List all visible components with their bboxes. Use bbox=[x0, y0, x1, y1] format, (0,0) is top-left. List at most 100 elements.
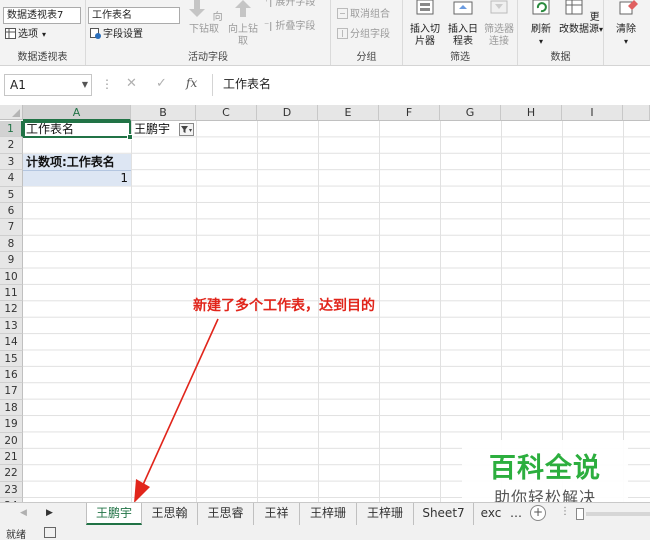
row-header[interactable]: 22 bbox=[0, 465, 23, 482]
change-source-button[interactable]: 更改数据源▾ bbox=[558, 0, 604, 36]
row-header[interactable]: 14 bbox=[0, 334, 23, 351]
status-text: 就绪 bbox=[6, 530, 26, 540]
options-icon bbox=[5, 28, 16, 39]
ribbon: 数据透视表7 选项 ▾ 数据透视表 工作表名 字段设置 向下钻取 向上钻取 ⁺ǀ … bbox=[0, 0, 650, 66]
row-header[interactable]: 8 bbox=[0, 235, 23, 253]
gridline bbox=[440, 121, 441, 503]
column-header-f[interactable]: F bbox=[379, 105, 440, 121]
row-header[interactable]: 1 bbox=[0, 121, 23, 138]
cancel-icon[interactable]: ✕ bbox=[126, 76, 137, 91]
filter-connections-button[interactable]: 筛选器连接 bbox=[481, 0, 517, 48]
row-header[interactable]: 13 bbox=[0, 317, 23, 335]
refresh-label: 刷新 bbox=[531, 24, 551, 35]
row-header[interactable]: 3 bbox=[0, 153, 23, 171]
chevron-down-icon: ▾ bbox=[623, 37, 628, 46]
formula-bar: A1 ▼ ⋮ ✕ ✓ fx 工作表名 bbox=[0, 72, 650, 98]
sheet-tab[interactable]: 王梓珊 bbox=[300, 503, 357, 525]
column-header-b[interactable]: B bbox=[131, 105, 196, 121]
group-group-label: 分组 bbox=[356, 52, 377, 63]
row-header[interactable]: 15 bbox=[0, 350, 23, 367]
formula-input[interactable]: 工作表名 bbox=[212, 74, 650, 96]
formula-bar-splitter[interactable]: ⋮ bbox=[101, 77, 113, 91]
sheet-tab[interactable]: 王祥 bbox=[254, 503, 300, 525]
chevron-down-icon: ▾ bbox=[42, 30, 47, 39]
column-header-e[interactable]: E bbox=[318, 105, 379, 121]
name-box-value: A1 bbox=[10, 78, 26, 92]
filter-dropdown-button[interactable] bbox=[179, 123, 194, 136]
column-header-d[interactable]: D bbox=[257, 105, 318, 121]
cell-a4[interactable]: 1 bbox=[23, 170, 131, 186]
expand-field-button[interactable]: ⁺ǀ 展开字段 bbox=[264, 0, 315, 10]
chevron-down-icon[interactable]: ▼ bbox=[82, 75, 88, 95]
worksheet-grid[interactable]: A B C D E F G H I 1 2 3 4 5 6 7 8 9 10 1… bbox=[0, 105, 650, 503]
macro-record-icon[interactable] bbox=[44, 527, 56, 538]
options-button[interactable]: 选项 ▾ bbox=[5, 28, 46, 42]
active-field-group: 工作表名 字段设置 向下钻取 向上钻取 ⁺ǀ 展开字段 ⁻ǀ 折叠字段 活动字段 bbox=[86, 0, 331, 65]
group-field-icon bbox=[337, 28, 348, 39]
row-header[interactable]: 17 bbox=[0, 383, 23, 400]
sheet-tab[interactable]: Sheet7 bbox=[414, 503, 474, 525]
ungroup-button[interactable]: 取消组合 bbox=[337, 8, 390, 22]
row-header[interactable]: 20 bbox=[0, 432, 23, 449]
row-header[interactable]: 19 bbox=[0, 416, 23, 433]
sheet-tab[interactable]: 王鹏宇 bbox=[86, 503, 142, 525]
sheet-tab[interactable]: 王梓珊 bbox=[357, 503, 414, 525]
row-header[interactable]: 12 bbox=[0, 301, 23, 318]
row-header[interactable]: 9 bbox=[0, 252, 23, 269]
row-header[interactable]: 11 bbox=[0, 285, 23, 302]
row-header[interactable]: 21 bbox=[0, 449, 23, 466]
refresh-button[interactable]: 刷新 ▾ bbox=[524, 0, 558, 48]
active-field-group-label: 活动字段 bbox=[188, 52, 228, 63]
row-header[interactable]: 16 bbox=[0, 367, 23, 384]
scrollbar-splitter[interactable]: ⋮ bbox=[560, 506, 570, 517]
cell-a3[interactable]: 计数项:工作表名 bbox=[23, 154, 131, 170]
insert-function-icon[interactable]: fx bbox=[186, 76, 197, 90]
column-header-i[interactable]: I bbox=[562, 105, 623, 121]
data-group: 刷新 ▾ 更改数据源▾ 数据 bbox=[518, 0, 604, 65]
filter-group-label: 筛选 bbox=[450, 52, 470, 63]
pivot-name-input[interactable]: 数据透视表7 bbox=[3, 7, 81, 24]
row-header[interactable]: 2 bbox=[0, 137, 23, 154]
row-header[interactable]: 7 bbox=[0, 219, 23, 236]
scrollbar-track[interactable] bbox=[586, 512, 650, 516]
drill-up-button[interactable]: 向上钻取 bbox=[226, 0, 260, 48]
tab-scroll-right-icon[interactable]: ▶ bbox=[46, 508, 53, 518]
drill-down-button[interactable]: 向下钻取 bbox=[182, 0, 226, 36]
horizontal-scrollbar[interactable]: ⋮ bbox=[560, 506, 650, 522]
group-field-button[interactable]: 分组字段 bbox=[337, 28, 390, 42]
clear-button[interactable]: 清除 ▾ bbox=[608, 0, 644, 48]
active-field-input[interactable]: 工作表名 bbox=[88, 7, 180, 24]
chevron-down-icon: ▾ bbox=[538, 37, 543, 46]
fill-handle[interactable] bbox=[127, 134, 133, 140]
tab-scroll-left-icon[interactable]: ◀ bbox=[20, 508, 27, 518]
column-header-h[interactable]: H bbox=[501, 105, 562, 121]
insert-slicer-label: 插入切片器 bbox=[410, 24, 440, 47]
insert-timeline-button[interactable]: 插入日程表 bbox=[445, 0, 481, 48]
enter-icon[interactable]: ✓ bbox=[156, 76, 167, 91]
column-header-j[interactable] bbox=[623, 105, 650, 121]
cell-b1[interactable]: 王鹏宇 bbox=[131, 121, 179, 137]
insert-slicer-button[interactable]: 插入切片器 bbox=[407, 0, 443, 48]
sheet-tab[interactable]: 王思翰 bbox=[142, 503, 198, 525]
more-tabs-button[interactable]: … bbox=[510, 506, 522, 520]
collapse-field-button[interactable]: ⁻ǀ 折叠字段 bbox=[264, 20, 315, 34]
row-header[interactable]: 10 bbox=[0, 268, 23, 285]
change-source-icon bbox=[565, 0, 583, 15]
column-header-c[interactable]: C bbox=[196, 105, 257, 121]
sheet-tab[interactable]: 王思睿 bbox=[198, 503, 254, 525]
column-header-g[interactable]: G bbox=[440, 105, 501, 121]
scroll-left-button[interactable] bbox=[576, 508, 584, 520]
row-header[interactable]: 23 bbox=[0, 481, 23, 499]
row-header[interactable]: 18 bbox=[0, 399, 23, 417]
row-header[interactable]: 4 bbox=[0, 170, 23, 187]
sheet-tab[interactable]: exc bbox=[474, 503, 508, 525]
row-header[interactable]: 6 bbox=[0, 203, 23, 220]
field-settings-button[interactable]: 字段设置 bbox=[90, 28, 143, 42]
name-box[interactable]: A1 ▼ bbox=[4, 74, 92, 96]
slicer-icon bbox=[416, 0, 434, 15]
column-header-a[interactable]: A bbox=[23, 105, 131, 121]
add-sheet-button[interactable]: + bbox=[530, 505, 546, 521]
timeline-icon bbox=[453, 1, 473, 15]
row-header[interactable]: 5 bbox=[0, 186, 23, 203]
select-all-corner[interactable] bbox=[0, 105, 23, 120]
